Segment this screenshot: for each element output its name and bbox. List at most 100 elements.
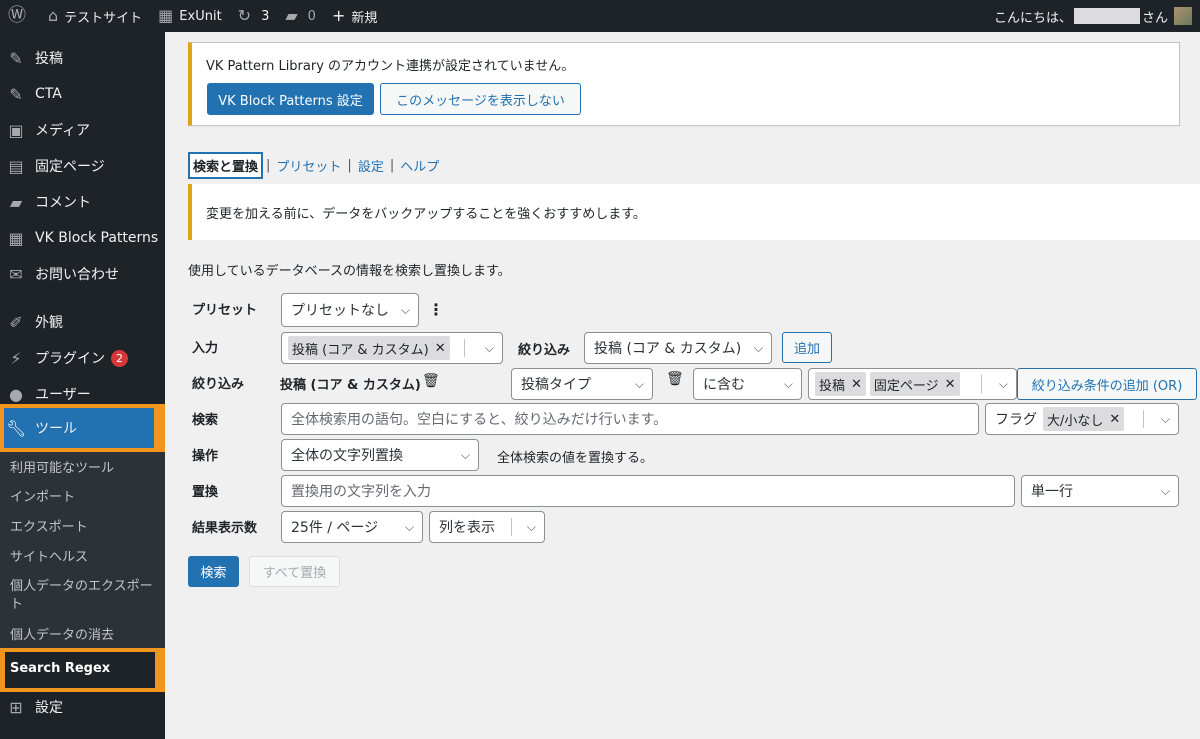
sidebar-item-label: 投稿 bbox=[35, 51, 63, 67]
vk-block-patterns-settings-button[interactable]: VK Block Patterns 設定 bbox=[207, 83, 374, 115]
sidebar-item-contact[interactable]: ✉ お問い合わせ bbox=[0, 256, 165, 292]
sidebar-item-vk-block-patterns[interactable]: ▦ VK Block Patterns bbox=[0, 220, 165, 256]
chevron-down-icon: ⌵ bbox=[1160, 483, 1170, 498]
remove-tag-icon[interactable]: ✕ bbox=[435, 341, 446, 356]
remove-tag-icon[interactable]: ✕ bbox=[851, 377, 862, 392]
add-filter-button[interactable]: 追加 bbox=[782, 332, 832, 363]
columns-label: 列を表示 bbox=[439, 520, 495, 536]
action-value: 全体の文字列置換 bbox=[291, 448, 403, 464]
filter-tag[interactable]: 固定ページ ✕ bbox=[869, 372, 960, 396]
chevron-down-icon: ⌵ bbox=[783, 376, 793, 391]
sidebar-item-label: ツール bbox=[35, 421, 77, 437]
source-multiselect[interactable]: 投稿 (コア & カスタム) ✕ ⌵ bbox=[281, 332, 503, 364]
submenu-export-personal-data[interactable]: 個人データのエクスポート bbox=[10, 578, 158, 614]
search-label: 検索 bbox=[192, 413, 219, 428]
submenu-erase-personal-data[interactable]: 個人データの消去 bbox=[10, 627, 160, 645]
divider bbox=[511, 518, 512, 536]
greeting-prefix: こんにちは、 bbox=[993, 10, 1072, 26]
filter-tag-label: 投稿 bbox=[819, 378, 846, 394]
sidebar-item-tools[interactable]: 🔧︎ ツール bbox=[4, 408, 154, 448]
wp-logo-menu[interactable]: Ⓦ bbox=[0, 0, 40, 32]
filter-value-multiselect[interactable]: 投稿 ✕ 固定ページ ✕ ⌵ bbox=[808, 368, 1017, 400]
search-flags-multiselect[interactable]: フラグ 大/小なし ✕ ⌵ bbox=[985, 403, 1179, 435]
source-filter-select[interactable]: 投稿 (コア & カスタム) ⌵ bbox=[584, 332, 772, 364]
per-page-select[interactable]: 25件 / ページ ⌵ bbox=[281, 511, 423, 543]
sidebar-item-label: CTA bbox=[35, 86, 62, 102]
columns-multiselect[interactable]: 列を表示 ⌵ bbox=[429, 511, 545, 543]
replace-input[interactable]: 置換用の文字列を入力 bbox=[281, 475, 1015, 507]
pin-icon: ✎ bbox=[9, 84, 23, 104]
submenu-site-health[interactable]: サイトヘルス bbox=[10, 549, 160, 567]
tab-settings[interactable]: 設定 bbox=[358, 156, 384, 175]
chevron-down-icon: ⌵ bbox=[404, 519, 414, 534]
plus-icon: + bbox=[331, 6, 346, 25]
divider bbox=[464, 339, 465, 357]
per-page-value: 25件 / ページ bbox=[291, 520, 379, 536]
sidebar-item-comments[interactable]: ▰ コメント bbox=[0, 184, 165, 220]
trash-icon[interactable]: 🗑︎ bbox=[422, 373, 440, 389]
dismiss-message-button[interactable]: このメッセージを表示しない bbox=[380, 83, 581, 115]
tab-search-replace[interactable]: 検索と置換 bbox=[188, 152, 264, 179]
grid-icon: ▦ bbox=[8, 228, 24, 248]
submenu-export[interactable]: エクスポート bbox=[10, 519, 160, 537]
search-button[interactable]: 検索 bbox=[188, 556, 239, 587]
source-tag[interactable]: 投稿 (コア & カスタム) ✕ bbox=[288, 336, 450, 360]
sidebar-item-plugins[interactable]: ⚡ プラグイン 2 bbox=[0, 340, 165, 376]
greeting-suffix: さん bbox=[1141, 10, 1168, 26]
comments-menu[interactable]: ▰ 0 bbox=[277, 0, 324, 32]
brush-icon: ✐ bbox=[9, 312, 23, 332]
preset-select[interactable]: プリセットなし ⌵ bbox=[281, 293, 419, 327]
filter-logic-select[interactable]: に含む ⌵ bbox=[693, 368, 802, 400]
backup-warning-text: 変更を加える前に、データをバックアップすることを強くおすすめします。 bbox=[206, 207, 646, 222]
sidebar-item-settings[interactable]: ⊞ 設定 bbox=[0, 689, 165, 725]
updates-menu[interactable]: ↻ 3 bbox=[230, 0, 278, 32]
sidebar-item-label: VK Block Patterns bbox=[35, 230, 159, 246]
source-tag-label: 投稿 (コア & カスタム) bbox=[292, 342, 429, 358]
replace-mode-select[interactable]: 単一行 ⌵ bbox=[1021, 475, 1179, 507]
sidebar-item-pages[interactable]: ▤ 固定ページ bbox=[0, 148, 165, 184]
preset-label: プリセット bbox=[192, 303, 258, 318]
add-or-filter-button[interactable]: 絞り込み条件の追加 (OR) bbox=[1017, 368, 1197, 400]
sidebar-item-label: 外観 bbox=[35, 315, 63, 331]
sidebar-item-label: コメント bbox=[35, 195, 91, 211]
exunit-menu[interactable]: ▦ ExUnit bbox=[150, 0, 230, 32]
pin-icon: ✎ bbox=[9, 48, 23, 68]
submenu-available-tools[interactable]: 利用可能なツール bbox=[10, 460, 160, 478]
site-name-menu[interactable]: ⌂ テストサイト bbox=[40, 0, 150, 32]
tab-help[interactable]: ヘルプ bbox=[400, 156, 439, 175]
search-input[interactable]: 全体検索用の語句。空白にすると、絞り込みだけ行います。 bbox=[281, 403, 979, 435]
sidebar-item-label: プラグイン bbox=[35, 351, 105, 367]
submenu-import[interactable]: インポート bbox=[10, 489, 160, 507]
submenu-search-regex[interactable]: Search Regex bbox=[5, 652, 155, 688]
action-select[interactable]: 全体の文字列置換 ⌵ bbox=[281, 439, 479, 471]
filter-column-select[interactable]: 投稿タイプ ⌵ bbox=[511, 368, 653, 400]
sidebar-item-tools-highlight: 🔧︎ ツール bbox=[0, 404, 165, 452]
media-icon: ▣ bbox=[8, 120, 24, 140]
filter-column-value: 投稿タイプ bbox=[521, 377, 591, 393]
replace-all-button[interactable]: すべて置換 bbox=[249, 556, 340, 587]
submenu-search-regex-highlight: Search Regex bbox=[0, 648, 165, 692]
my-account-menu[interactable]: こんにちは、 さん bbox=[994, 7, 1200, 26]
remove-tag-icon[interactable]: ✕ bbox=[1109, 412, 1120, 427]
new-content-menu[interactable]: + 新規 bbox=[324, 0, 385, 32]
sidebar-item-posts[interactable]: ✎ 投稿 bbox=[0, 40, 165, 76]
exunit-label: ExUnit bbox=[179, 8, 222, 24]
sidebar-item-cta[interactable]: ✎ CTA bbox=[0, 76, 165, 112]
more-options-icon[interactable]: ⋮ bbox=[428, 300, 444, 319]
admin-bar: Ⓦ ⌂ テストサイト ▦ ExUnit ↻ 3 ▰ 0 + 新規 こんにちは、 … bbox=[0, 0, 1200, 32]
trash-icon[interactable]: 🗑︎ bbox=[666, 371, 684, 387]
flag-tag[interactable]: 大/小なし ✕ bbox=[1043, 407, 1125, 431]
chevron-down-icon: ⌵ bbox=[1160, 411, 1170, 426]
tab-presets[interactable]: プリセット bbox=[276, 156, 341, 175]
update-badge: 2 bbox=[111, 349, 128, 367]
sidebar-item-label: 設定 bbox=[35, 700, 63, 716]
filter-group-title: 投稿 (コア & カスタム) bbox=[280, 378, 421, 393]
comments-count: 0 bbox=[307, 8, 316, 24]
filter-tag[interactable]: 投稿 ✕ bbox=[815, 372, 866, 396]
chevron-down-icon: ⌵ bbox=[460, 447, 470, 462]
remove-tag-icon[interactable]: ✕ bbox=[945, 377, 956, 392]
chevron-down-icon: ⌵ bbox=[484, 340, 494, 355]
sidebar-item-media[interactable]: ▣ メディア bbox=[0, 112, 165, 148]
chevron-down-icon: ⌵ bbox=[634, 376, 644, 391]
sidebar-item-appearance[interactable]: ✐ 外観 bbox=[0, 304, 165, 340]
